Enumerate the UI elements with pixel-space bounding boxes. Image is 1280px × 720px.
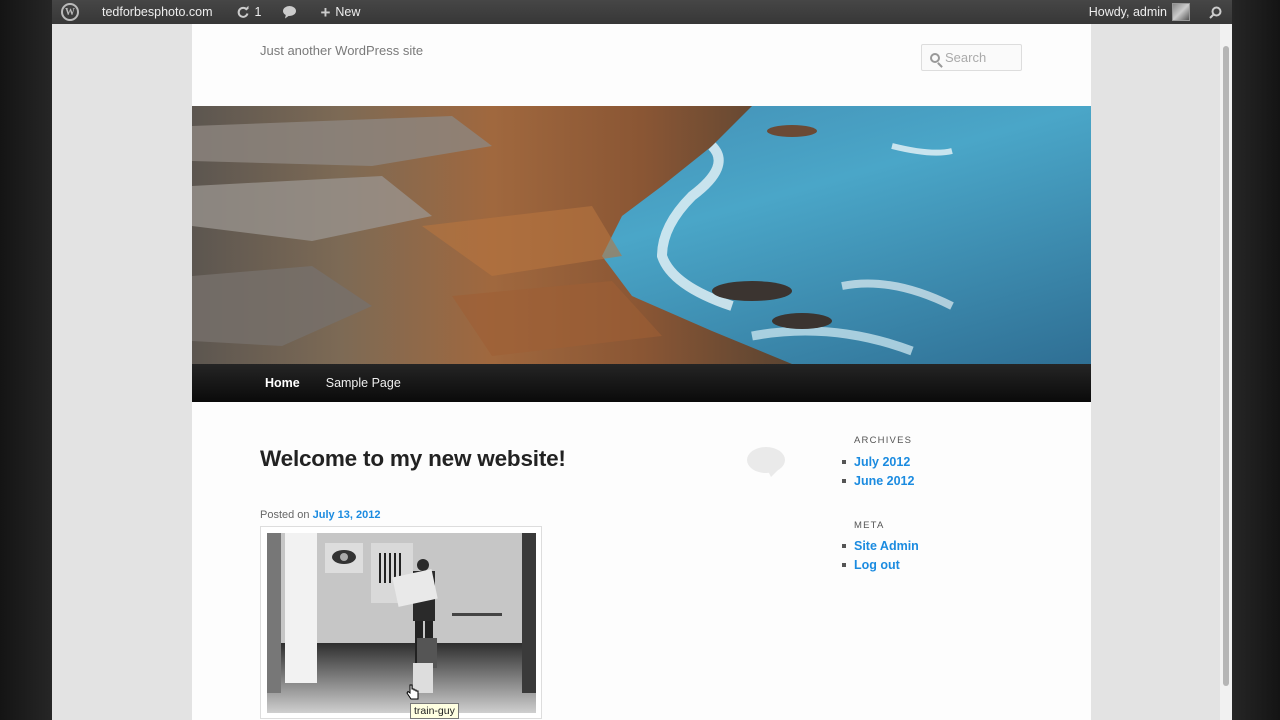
howdy-label: Howdy, admin <box>1088 5 1167 19</box>
new-label: New <box>335 5 361 19</box>
search-input[interactable]: Search <box>921 44 1022 71</box>
site-name-link[interactable]: tedforbesphoto.com <box>88 0 222 24</box>
comment-bubble-icon[interactable] <box>747 447 785 477</box>
post-image-frame[interactable] <box>260 526 542 719</box>
archives-list: July 2012 June 2012 <box>842 452 914 490</box>
scrollbar-thumb[interactable] <box>1223 46 1229 686</box>
search-icon <box>1209 6 1222 19</box>
hand-cursor-icon <box>406 684 419 700</box>
wordpress-logo-icon: W <box>61 3 79 21</box>
archive-link-july-2012[interactable]: July 2012 <box>842 452 914 471</box>
avatar <box>1172 3 1190 21</box>
comment-icon <box>283 6 297 19</box>
post-date-link[interactable]: July 13, 2012 <box>313 509 381 521</box>
main-navigation: Home Sample Page <box>192 364 1091 402</box>
site-container: Just another WordPress site Search Home … <box>192 24 1091 720</box>
new-content-link[interactable]: + New <box>306 0 369 24</box>
site-tagline: Just another WordPress site <box>260 43 424 58</box>
post-image-graphic <box>267 533 536 713</box>
left-bezel <box>0 0 52 720</box>
wp-menu[interactable]: W <box>52 0 88 24</box>
header-image[interactable] <box>192 106 1091 364</box>
site-name-label: tedforbesphoto.com <box>102 5 213 19</box>
scrollbar[interactable] <box>1220 24 1232 720</box>
search-icon <box>930 52 940 63</box>
search-placeholder: Search <box>945 50 987 65</box>
refresh-icon <box>237 5 248 18</box>
header-image-graphic <box>192 106 1091 364</box>
nav-item-home[interactable]: Home <box>265 376 300 390</box>
meta-list: Site Admin Log out <box>842 536 919 574</box>
post-title[interactable]: Welcome to my new website! <box>260 446 566 472</box>
comments-link[interactable] <box>270 0 306 24</box>
right-bezel <box>1232 0 1280 720</box>
nav-item-sample-page[interactable]: Sample Page <box>326 376 401 390</box>
meta-widget-title: META <box>854 520 885 531</box>
archives-widget-title: ARCHIVES <box>854 435 913 446</box>
plus-icon: + <box>320 2 331 22</box>
post-image[interactable] <box>267 533 536 713</box>
archive-link-june-2012[interactable]: June 2012 <box>842 471 914 490</box>
updates-count: 1 <box>254 5 262 19</box>
adminbar-search[interactable] <box>1199 0 1232 24</box>
my-account-link[interactable]: Howdy, admin <box>1080 0 1199 24</box>
posted-on-label: Posted on <box>260 509 310 521</box>
log-out-link[interactable]: Log out <box>842 555 919 574</box>
site-admin-link[interactable]: Site Admin <box>842 536 919 555</box>
image-tooltip: train-guy <box>410 703 459 719</box>
updates-link[interactable]: 1 <box>222 0 271 24</box>
admin-bar: W tedforbesphoto.com 1 + New Howdy, admi… <box>52 0 1232 24</box>
post-meta: Posted on July 13, 2012 <box>260 509 381 521</box>
